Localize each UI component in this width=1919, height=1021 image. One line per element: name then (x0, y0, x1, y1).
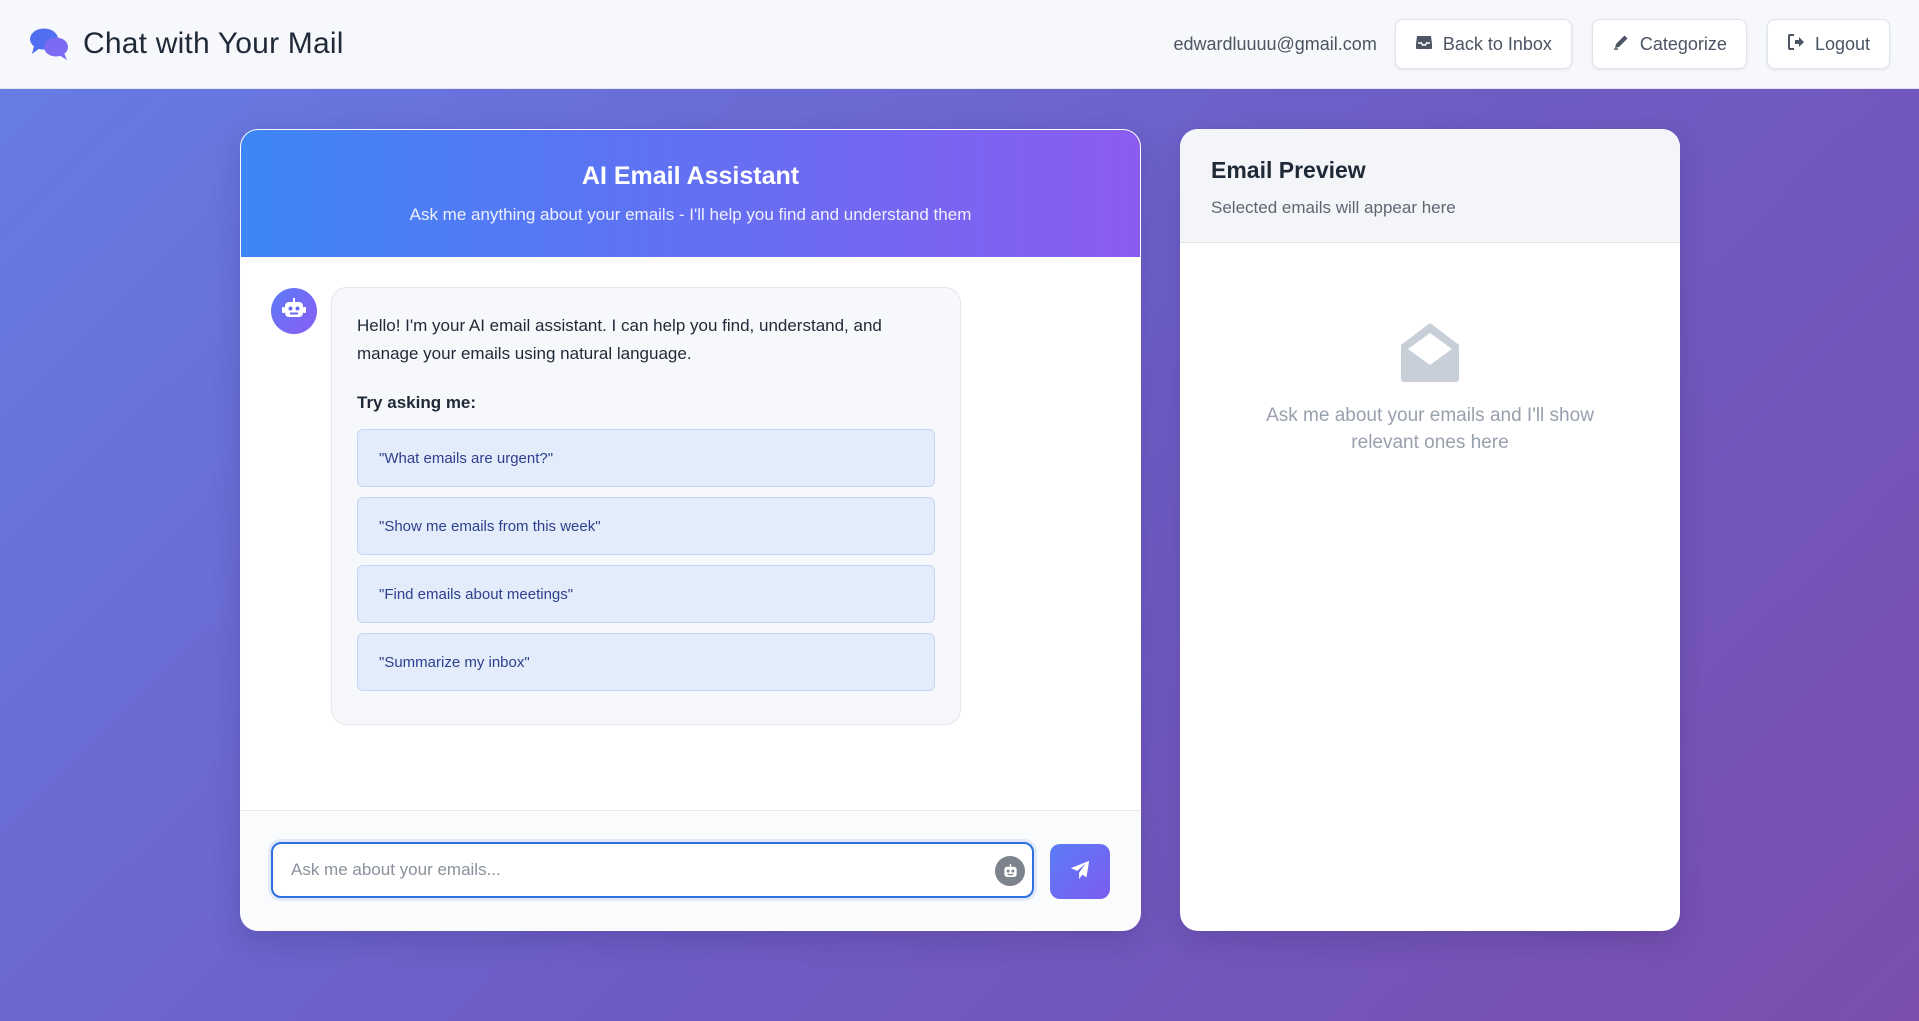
chat-title: AI Email Assistant (581, 162, 800, 190)
chat-input-bar (241, 810, 1140, 930)
chat-subtitle: Ask me anything about your emails - I'll… (409, 205, 972, 224)
comments-icon (29, 27, 69, 61)
chat-panel: AI Email Assistant Ask me anything about… (240, 129, 1141, 931)
chat-messages: Hello! I'm your AI email assistant. I ca… (241, 257, 1140, 812)
app-title: Chat with Your Mail (83, 27, 344, 60)
welcome-message: Hello! I'm your AI email assistant. I ca… (357, 316, 882, 363)
suggestion-list: "What emails are urgent?" "Show me email… (357, 429, 935, 691)
robot-icon (995, 856, 1025, 886)
try-asking-label: Try asking me: (357, 393, 477, 412)
user-email: edwardluuuu@gmail.com (1173, 33, 1377, 54)
assistant-avatar (271, 288, 317, 334)
send-button[interactable] (1050, 844, 1110, 899)
suggestion-this-week[interactable]: "Show me emails from this week" (357, 497, 935, 555)
top-navbar: Chat with Your Mail edwardluuuu@gmail.co… (0, 0, 1919, 89)
chat-input-wrapper (271, 842, 1034, 898)
suggestion-meetings[interactable]: "Find emails about meetings" (357, 565, 935, 623)
header-actions: edwardluuuu@gmail.com Back to Inbox Cate… (1173, 19, 1890, 69)
back-to-inbox-label: Back to Inbox (1442, 33, 1552, 54)
chat-input[interactable] (273, 844, 1032, 896)
paper-plane-icon (1069, 859, 1091, 884)
back-to-inbox-button[interactable]: Back to Inbox (1394, 19, 1572, 69)
preview-empty-state: Ask me about your emails and I'll show r… (1180, 321, 1680, 456)
preview-header: Email Preview Selected emails will appea… (1180, 129, 1680, 243)
preview-title: Email Preview (1211, 157, 1366, 183)
logout-button[interactable]: Logout (1766, 19, 1890, 69)
logout-label: Logout (1814, 33, 1870, 54)
preview-empty-text: Ask me about your emails and I'll show r… (1266, 405, 1594, 453)
brand: Chat with Your Mail (29, 27, 344, 61)
preview-subtitle: Selected emails will appear here (1211, 198, 1456, 217)
robot-icon (282, 297, 306, 325)
chat-header: AI Email Assistant Ask me anything about… (241, 130, 1140, 257)
envelope-open-icon (1399, 321, 1461, 383)
pencil-icon (1612, 33, 1630, 56)
categorize-label: Categorize (1639, 33, 1727, 54)
assistant-message: Hello! I'm your AI email assistant. I ca… (331, 287, 961, 725)
categorize-button[interactable]: Categorize (1591, 19, 1747, 69)
inbox-icon (1415, 33, 1433, 56)
logout-icon (1787, 33, 1805, 56)
email-preview-panel: Email Preview Selected emails will appea… (1180, 129, 1680, 931)
suggestion-summarize[interactable]: "Summarize my inbox" (357, 633, 935, 691)
suggestion-urgent[interactable]: "What emails are urgent?" (357, 429, 935, 487)
